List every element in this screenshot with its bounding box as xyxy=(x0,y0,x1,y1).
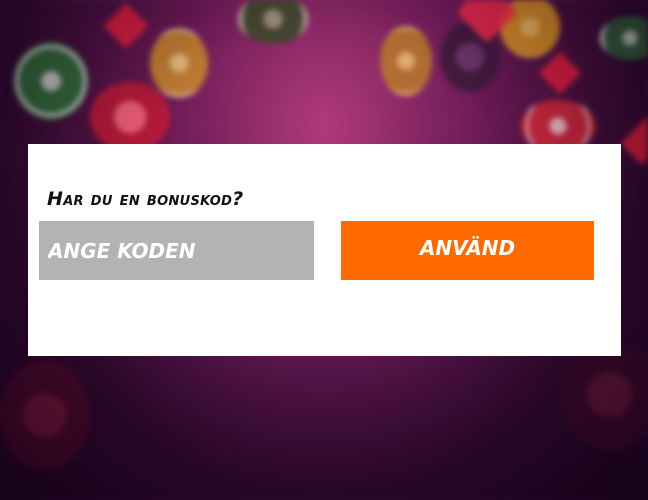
apply-button[interactable]: ANVÄND xyxy=(341,221,594,280)
bonus-code-input[interactable] xyxy=(39,221,314,280)
bonus-code-title: Har du en bonuskod? xyxy=(47,188,244,210)
bonus-code-panel: Har du en bonuskod? ANVÄND xyxy=(28,144,621,356)
